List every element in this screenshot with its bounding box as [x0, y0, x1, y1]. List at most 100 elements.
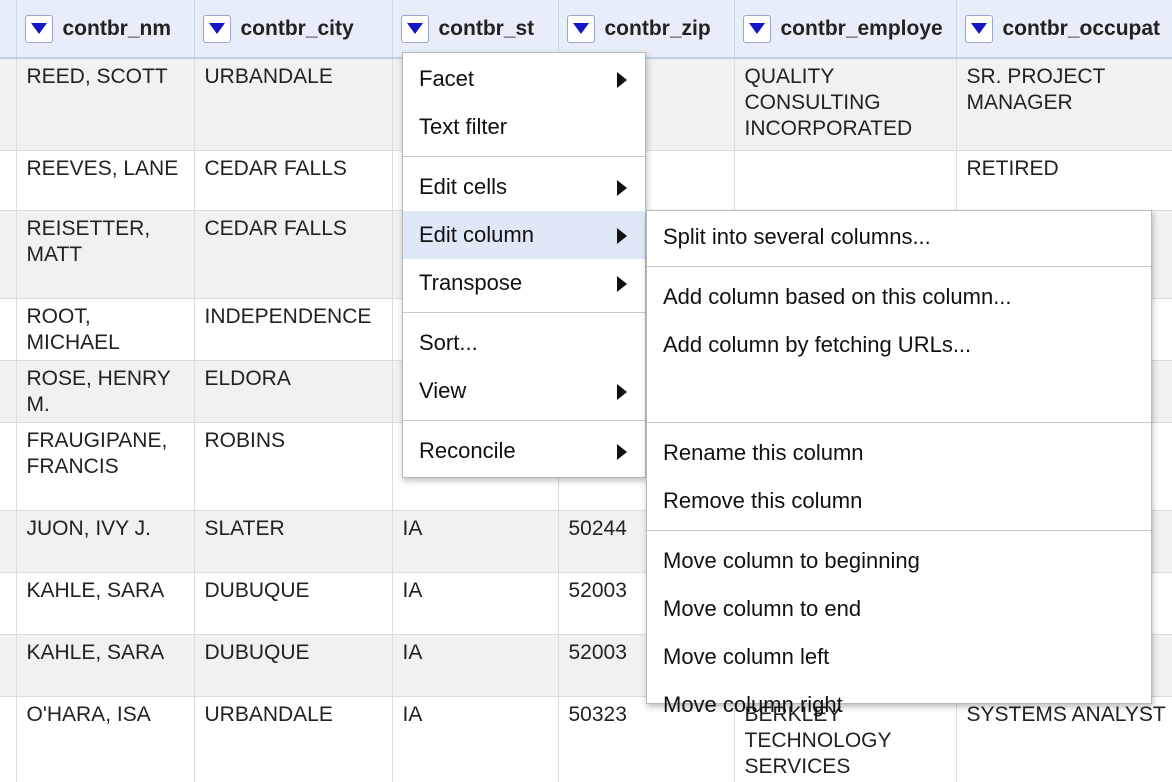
table-cell[interactable]: IA: [392, 696, 559, 782]
table-cell[interactable]: CEDAR FALLS: [194, 150, 393, 211]
table-cell[interactable]: FRAUGIPANE, FRANCIS: [16, 422, 195, 511]
menu-item-label: Remove this column: [663, 488, 863, 513]
menu-item-move-to-beginning[interactable]: Move column to beginning: [647, 537, 1151, 585]
column-header-label: contbr_employe: [780, 16, 943, 40]
table-cell[interactable]: KAHLE, SARA: [16, 572, 195, 635]
row-marker: [0, 510, 17, 573]
menu-item-rename-column[interactable]: Rename this column: [647, 429, 1151, 477]
column-header-label: contbr_nm: [62, 16, 172, 40]
table-cell[interactable]: IA: [392, 572, 559, 635]
menu-item-add-column-based[interactable]: Add column based on this column...: [647, 273, 1151, 321]
row-marker: [0, 150, 17, 211]
menu-item-label: Move column left: [663, 644, 830, 669]
column-header-label: contbr_occupat: [1002, 16, 1161, 40]
menu-item-move-right[interactable]: Move column right: [647, 681, 1151, 729]
column-dropdown-icon[interactable]: [566, 14, 595, 43]
menu-item-label: Move column right: [663, 692, 843, 717]
table-cell[interactable]: ELDORA: [194, 360, 393, 423]
menu-item-label: Sort...: [419, 330, 478, 355]
table-cell[interactable]: KAHLE, SARA: [16, 634, 195, 697]
menu-item-move-to-end[interactable]: Move column to end: [647, 585, 1151, 633]
table-cell[interactable]: O'HARA, ISA: [16, 696, 195, 782]
menu-item-label: View: [419, 378, 467, 403]
menu-item-sort[interactable]: Sort...: [403, 319, 645, 367]
menu-separator: [647, 422, 1151, 423]
column-dropdown-icon[interactable]: [400, 14, 429, 43]
menu-item-remove-column[interactable]: Remove this column: [647, 477, 1151, 525]
menu-separator: [647, 530, 1151, 531]
row-marker: [0, 298, 17, 361]
triangle-right-icon: [617, 228, 627, 244]
menu-item-label: Split into several columns...: [663, 224, 931, 249]
column-dropdown-icon[interactable]: [202, 14, 231, 43]
menu-item-label: Add column based on this column...: [663, 284, 1012, 309]
table-cell[interactable]: DUBUQUE: [194, 572, 393, 635]
menu-separator: [403, 312, 645, 313]
triangle-right-icon: [617, 72, 627, 88]
menu-item-label: Text filter: [419, 114, 508, 139]
table-cell[interactable]: QUALITY CONSULTING INCORPORATED: [734, 58, 957, 151]
menu-item-label: Move column to beginning: [663, 548, 920, 573]
menu-item-facet[interactable]: Facet: [403, 55, 645, 103]
table-cell[interactable]: IA: [392, 634, 559, 697]
menu-item-label: Edit cells: [419, 174, 508, 199]
table-cell[interactable]: RETIRED: [956, 150, 1172, 211]
column-header-label: contbr_st: [438, 16, 535, 40]
menu-item-add-column-fetch-urls[interactable]: Add column by fetching URLs...: [647, 321, 1151, 369]
triangle-right-icon: [617, 384, 627, 400]
table-cell[interactable]: JUON, IVY J.: [16, 510, 195, 573]
column-header[interactable]: contbr_occupat: [956, 0, 1172, 59]
table-cell[interactable]: REISETTER, MATT: [16, 210, 195, 299]
menu-item-view[interactable]: View: [403, 367, 645, 415]
column-header[interactable]: contbr_nm: [16, 0, 195, 59]
table-cell[interactable]: ROSE, HENRY M.: [16, 360, 195, 423]
triangle-right-icon: [617, 276, 627, 292]
menu-separator: [403, 420, 645, 421]
table-cell[interactable]: SR. PROJECT MANAGER: [956, 58, 1172, 151]
row-marker: [0, 422, 17, 511]
menu-item-label: Move column to end: [663, 596, 862, 621]
menu-spacer: [647, 369, 1151, 417]
row-marker: [0, 210, 17, 299]
menu-item-label: Edit column: [419, 222, 534, 247]
table-cell[interactable]: ROOT, MICHAEL: [16, 298, 195, 361]
row-marker: [0, 360, 17, 423]
triangle-right-icon: [617, 444, 627, 460]
menu-item-edit-column[interactable]: Edit column: [403, 211, 645, 259]
column-dropdown-icon[interactable]: [24, 14, 53, 43]
row-marker: [0, 58, 17, 151]
table-cell[interactable]: DUBUQUE: [194, 634, 393, 697]
menu-separator: [403, 156, 645, 157]
table-cell[interactable]: SLATER: [194, 510, 393, 573]
table-cell[interactable]: URBANDALE: [194, 58, 393, 151]
table-cell[interactable]: REED, SCOTT: [16, 58, 195, 151]
menu-item-label: Facet: [419, 66, 475, 91]
menu-item-text-filter[interactable]: Text filter: [403, 103, 645, 151]
menu-item-label: Transpose: [419, 270, 523, 295]
menu-item-transpose[interactable]: Transpose: [403, 259, 645, 307]
menu-item-reconcile[interactable]: Reconcile: [403, 427, 645, 475]
edit-column-submenu: Split into several columns... Add column…: [646, 210, 1152, 717]
column-menu: Facet Text filter Edit cells Edit column…: [402, 52, 646, 478]
column-header[interactable]: contbr_zip: [558, 0, 735, 59]
table-cell[interactable]: INDEPENDENCE: [194, 298, 393, 361]
table-cell[interactable]: [734, 150, 957, 211]
column-header[interactable]: contbr_city: [194, 0, 393, 59]
table-cell[interactable]: REEVES, LANE: [16, 150, 195, 211]
table-cell[interactable]: IA: [392, 510, 559, 573]
menu-item-split-columns[interactable]: Split into several columns...: [647, 213, 1151, 261]
table-cell[interactable]: ROBINS: [194, 422, 393, 511]
table-cell[interactable]: CEDAR FALLS: [194, 210, 393, 299]
menu-item-edit-cells[interactable]: Edit cells: [403, 163, 645, 211]
menu-item-label: Rename this column: [663, 440, 864, 465]
menu-item-label: Add column by fetching URLs...: [663, 332, 972, 357]
column-dropdown-icon[interactable]: [742, 14, 771, 43]
table-cell[interactable]: URBANDALE: [194, 696, 393, 782]
menu-item-label: Reconcile: [419, 438, 516, 463]
menu-item-move-left[interactable]: Move column left: [647, 633, 1151, 681]
row-marker: [0, 572, 17, 635]
column-dropdown-icon[interactable]: [964, 14, 993, 43]
column-header[interactable]: contbr_employe: [734, 0, 957, 59]
column-header[interactable]: contbr_st: [392, 0, 559, 59]
menu-separator: [647, 266, 1151, 267]
